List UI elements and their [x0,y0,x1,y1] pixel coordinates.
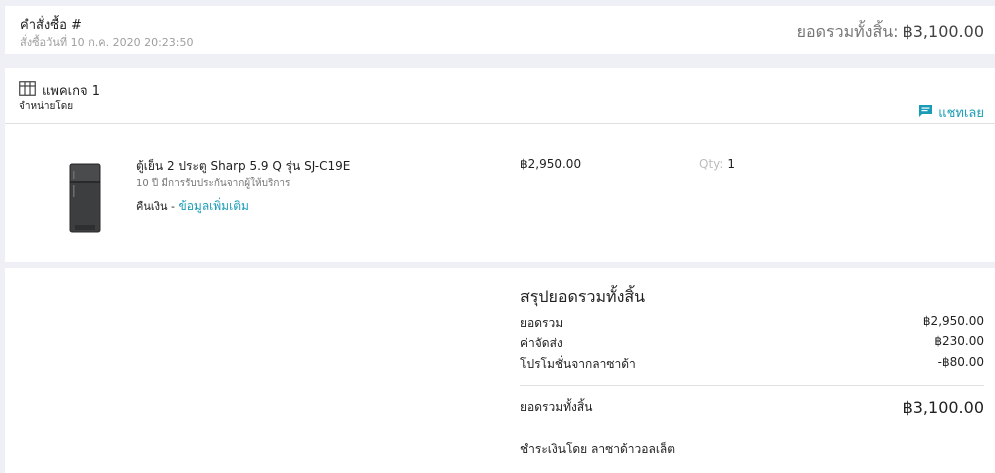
payment-method: ชำระเงินโดย ลาซาด้าวอลเล็ต [520,442,676,456]
return-label: คืนเงิน - [136,200,175,213]
chat-label: แชทเลย [938,106,984,121]
summary-row-label: โปรโมชั่นจากลาซาด้า [520,357,636,371]
qty-label: Qty: [699,157,724,171]
summary-row-value: -฿80.00 [937,355,984,369]
order-header: คำสั่งซื้อ # สั่งซื้อวันที่ 10 ก.ค. 2020… [5,6,995,54]
order-title: คำสั่งซื้อ # [20,18,82,33]
summary-row-shipping: ค่าจัดส่ง ฿230.00 [520,334,984,353]
order-total-value: ฿3,100.00 [902,22,984,41]
summary-total-label: ยอดรวมทั้งสิ้น [520,400,593,414]
return-policy: คืนเงิน - ข้อมูลเพิ่มเติม [136,197,249,216]
summary-row-subtotal: ยอดรวม ฿2,950.00 [520,314,984,333]
chat-icon [918,104,933,122]
summary-total: ยอดรวมทั้งสิ้น ฿3,100.00 [520,398,984,417]
summary-row-value: ฿230.00 [934,334,984,348]
address-panel [5,268,510,473]
summary-divider [520,385,984,386]
package-header: แพคเกจ 1 [19,80,100,101]
product-price: ฿2,950.00 [520,157,582,171]
package-card: แพคเกจ 1 จำหน่ายโดย แชทเลย ตู้เย็น 2 ประ… [5,68,995,262]
summary-row-label: ยอดรวม [520,316,564,330]
package-icon [19,81,36,100]
order-total: ยอดรวมทั้งสิ้น: ฿3,100.00 [797,20,984,45]
package-title: แพคเกจ 1 [42,84,100,99]
summary-row-value: ฿2,950.00 [922,314,984,328]
more-info-link[interactable]: ข้อมูลเพิ่มเติม [179,199,249,213]
summary-total-value: ฿3,100.00 [902,398,984,417]
product-name[interactable]: ตู้เย็น 2 ประตู Sharp 5.9 Q รุ่น SJ-C19E [136,157,350,176]
summary-title: สรุปยอดรวมทั้งสิ้น [520,287,646,306]
sold-by: จำหน่ายโดย [19,101,74,112]
product-quantity: Qty: 1 [699,157,735,171]
chat-now-button[interactable]: แชทเลย [918,102,984,123]
order-date: สั่งซื้อวันที่ 10 ก.ค. 2020 20:23:50 [20,36,194,49]
summary-row-label: ค่าจัดส่ง [520,336,563,350]
order-summary: สรุปยอดรวมทั้งสิ้น ยอดรวม ฿2,950.00 ค่าจ… [510,268,995,473]
qty-value: 1 [727,157,736,171]
order-total-label: ยอดรวมทั้งสิ้น: [796,22,899,41]
product-warranty: 10 ปี มีการรับประกันจากผู้ให้บริการ [136,178,291,189]
divider [5,123,995,124]
summary-row-promotion: โปรโมชั่นจากลาซาด้า -฿80.00 [520,355,984,374]
product-image[interactable] [69,163,101,233]
